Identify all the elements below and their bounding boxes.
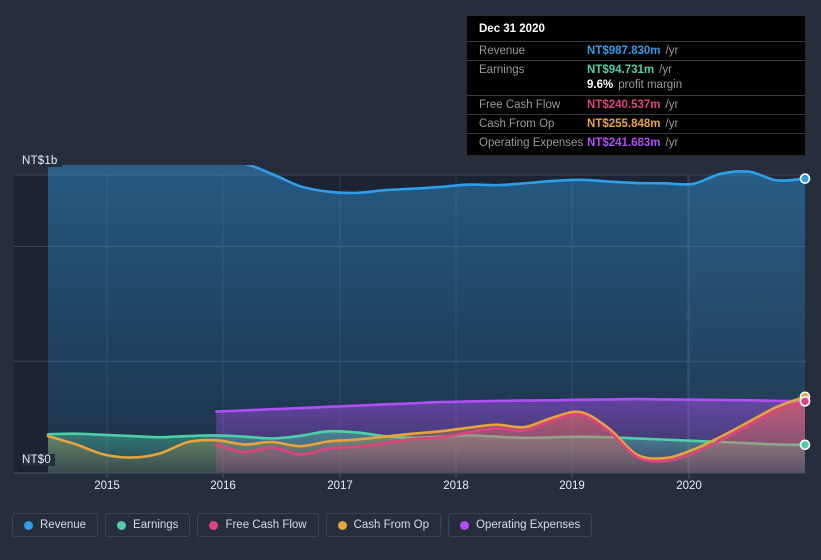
legend-item-label: Operating Expenses bbox=[476, 519, 581, 531]
tooltip-rows: Revenue NT$987.830m/yr Earnings NT$94.731m /… bbox=[467, 41, 805, 152]
tooltip-row-unit: /yr bbox=[665, 45, 679, 57]
legend-swatch-icon bbox=[460, 520, 470, 530]
x-axis-tick-2015: 2015 bbox=[94, 480, 120, 492]
legend-item-free-cash-flow[interactable]: Free Cash Flow bbox=[197, 513, 319, 537]
y-axis-top-label: NT$1b bbox=[22, 155, 62, 167]
tooltip-row-label: Cash From Op bbox=[479, 118, 555, 130]
legend-swatch-icon bbox=[337, 520, 347, 530]
tooltip-row-value: NT$987.830m bbox=[587, 45, 661, 57]
legend-swatch-icon bbox=[209, 520, 219, 530]
series-endpoint-earnings bbox=[799, 439, 811, 451]
data-tooltip: Dec 31 2020 Revenue NT$987.830m/yr Earning… bbox=[466, 15, 806, 156]
legend-item-label: Cash From Op bbox=[353, 519, 430, 531]
tooltip-row-operating-expenses: Operating Expenses NT$241.683m/yr bbox=[467, 133, 805, 152]
tooltip-row-value: NT$94.731m bbox=[587, 64, 655, 76]
profit-margin-value: 9.6% bbox=[587, 79, 614, 91]
series-endpoint-revenue bbox=[799, 173, 811, 184]
tooltip-profit-margin-row: 9.6% profit margin bbox=[467, 79, 805, 95]
tooltip-row-unit: /yr bbox=[665, 118, 679, 130]
tooltip-row-earnings: Earnings NT$94.731m/yr bbox=[467, 60, 805, 79]
x-axis-tick-2017: 2017 bbox=[327, 480, 353, 492]
tooltip-row-label: Free Cash Flow bbox=[479, 99, 561, 111]
legend-item-label: Earnings bbox=[133, 519, 179, 531]
legend-item-revenue[interactable]: Revenue bbox=[12, 513, 99, 537]
tooltip-row-label: Earnings bbox=[479, 64, 525, 76]
legend-item-cash-from-op[interactable]: Cash From Op bbox=[325, 513, 442, 537]
tooltip-row-value: NT$255.848m bbox=[587, 118, 661, 130]
tooltip-date-title: Dec 31 2020 bbox=[479, 23, 545, 35]
legend-swatch-icon bbox=[117, 520, 127, 530]
series-endpoint-free-cash-flow bbox=[799, 396, 811, 407]
tooltip-row-free-cash-flow: Free Cash Flow NT$240.537m/yr bbox=[467, 95, 805, 114]
tooltip-row-unit: /yr bbox=[665, 137, 679, 149]
y-axis-bottom-label: NT$0 bbox=[22, 454, 55, 466]
legend-item-label: Revenue bbox=[40, 519, 87, 531]
x-axis-tick-2018: 2018 bbox=[443, 480, 469, 492]
tooltip-row-unit: /yr bbox=[659, 64, 672, 76]
tooltip-row-value: NT$241.683m bbox=[587, 137, 661, 149]
tooltip-row-unit: /yr bbox=[665, 99, 679, 111]
x-axis-tick-2019: 2019 bbox=[559, 480, 585, 492]
legend-item-operating-expenses[interactable]: Operating Expenses bbox=[448, 513, 593, 537]
tooltip-row-label: Operating Expenses bbox=[479, 137, 584, 149]
tooltip-row-revenue: Revenue NT$987.830m/yr bbox=[467, 41, 805, 60]
x-axis-tick-2016: 2016 bbox=[210, 480, 236, 492]
x-axis-tick-2020: 2020 bbox=[676, 480, 702, 492]
tooltip-row-label: Revenue bbox=[479, 45, 526, 57]
legend-swatch-icon bbox=[24, 520, 33, 530]
profit-margin-label: profit margin bbox=[618, 79, 683, 91]
legend-item-label: Free Cash Flow bbox=[225, 519, 307, 531]
legend-item-earnings[interactable]: Earnings bbox=[105, 513, 191, 537]
tooltip-row-value: NT$240.537m bbox=[587, 99, 661, 111]
chart-legend[interactable]: Revenue Earnings Free Cash Flow Cash From O… bbox=[12, 513, 593, 537]
tooltip-row-cash-from-op: Cash From Op NT$255.848m/yr bbox=[467, 114, 805, 133]
